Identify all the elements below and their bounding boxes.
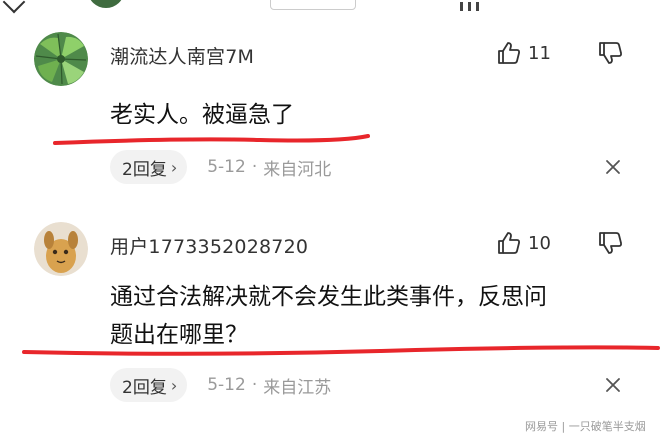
comment-text-line: 通过合法解决就不会发生此类事件，反思问 <box>110 284 547 310</box>
close-icon[interactable] <box>603 375 623 395</box>
green-plant-avatar-icon[interactable] <box>34 32 88 86</box>
replies-button[interactable]: 2回复 › <box>110 150 188 184</box>
chevron-right-icon: › <box>170 157 178 177</box>
meta-separator: · <box>251 375 258 395</box>
comment-date: 5-12 <box>207 375 246 395</box>
comment-meta: 2回复 › 5-12 · 来自江苏 <box>110 368 331 402</box>
cropped-box <box>270 0 356 10</box>
meta-separator: · <box>251 157 258 177</box>
like-button[interactable]: 10 <box>496 229 551 257</box>
like-count: 11 <box>528 42 551 64</box>
comment-item: 潮流达人南宫7M 11 老实人。被逼急了 2回复 › 5-12 · 来自河北 <box>0 24 660 200</box>
back-chevron-icon[interactable] <box>2 0 26 14</box>
comment-item: 用户1773352028720 10 通过合法解决就不会发生此类事件，反思问 题… <box>0 214 660 424</box>
avatar-peek <box>88 0 124 8</box>
comment-meta: 2回复 › 5-12 · 来自河北 <box>110 150 331 184</box>
dislike-button[interactable] <box>597 229 625 257</box>
red-underline-mark <box>22 345 660 356</box>
thumbs-up-icon <box>498 42 520 64</box>
comment-location: 来自河北 <box>263 159 332 180</box>
replies-label: 2回复 <box>122 159 167 180</box>
comment-date: 5-12 <box>207 157 246 177</box>
thumbs-down-icon <box>599 42 622 64</box>
close-icon[interactable] <box>603 157 623 177</box>
thumbs-down-icon <box>599 232 622 254</box>
top-cropped-strip <box>0 0 660 14</box>
username[interactable]: 用户1773352028720 <box>110 232 308 259</box>
like-count: 10 <box>528 232 551 254</box>
like-button[interactable]: 11 <box>496 39 551 67</box>
thumbs-up-icon <box>498 232 520 254</box>
comment-location: 来自江苏 <box>263 377 332 398</box>
replies-button[interactable]: 2回复 › <box>110 368 188 402</box>
chevron-right-icon: › <box>170 375 178 395</box>
replies-label: 2回复 <box>122 377 167 398</box>
cartoon-dog-avatar-icon[interactable] <box>34 222 88 276</box>
watermark: 网易号 | 一只破笔半支烟 <box>525 420 646 433</box>
username[interactable]: 潮流达人南宫7M <box>110 42 254 69</box>
red-underline-mark <box>53 134 370 145</box>
dislike-button[interactable] <box>597 39 625 67</box>
bars-icon <box>460 0 500 11</box>
